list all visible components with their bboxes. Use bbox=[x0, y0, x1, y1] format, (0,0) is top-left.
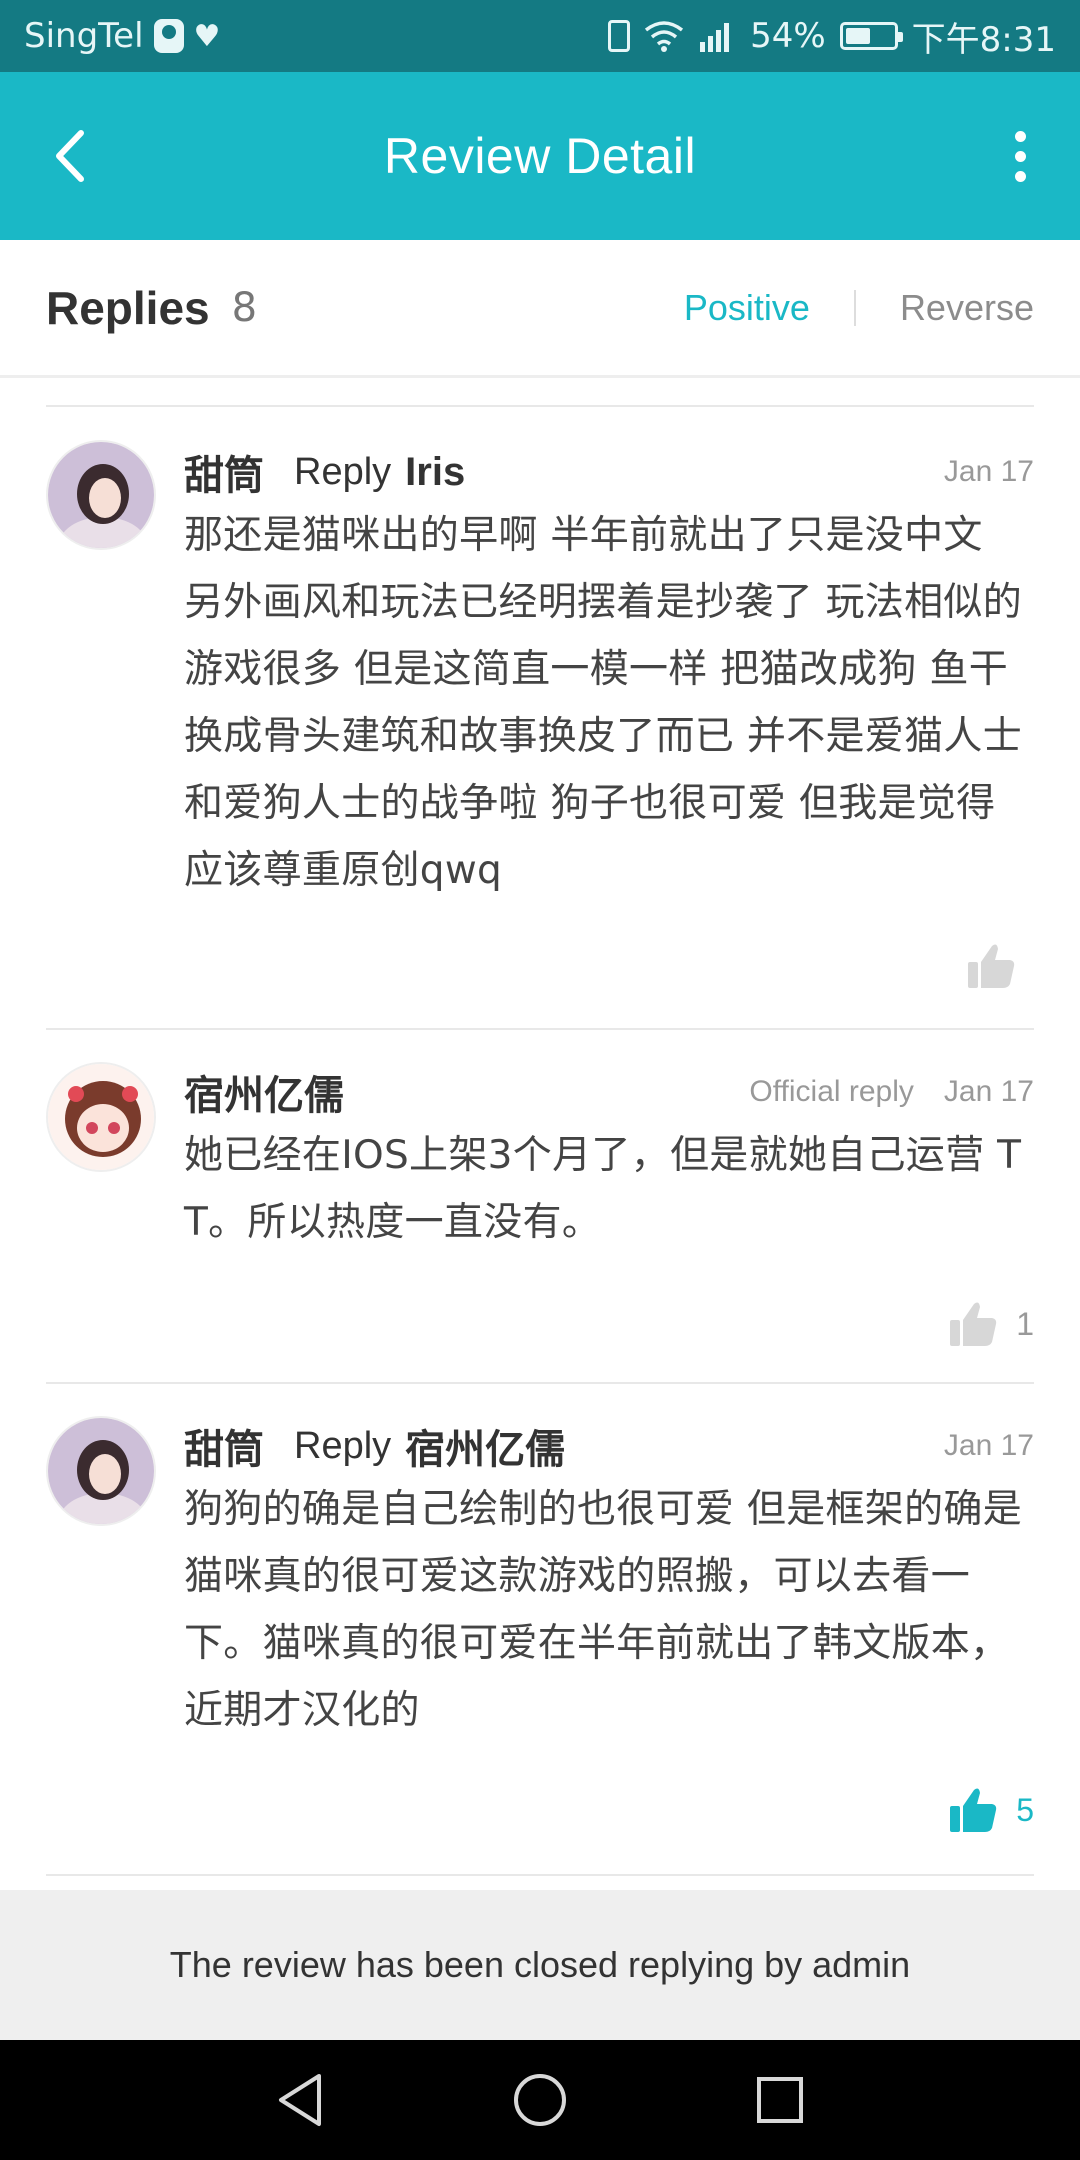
wifi-icon bbox=[644, 20, 684, 52]
status-bar: SingTel ♥ 54% 下午8:31 bbox=[0, 0, 1080, 72]
signal-icon bbox=[698, 20, 736, 52]
reply-text: 狗狗的确是自己绘制的也很可爱 但是框架的确是猫咪真的很可爱这款游戏的照搬，可以去… bbox=[184, 1487, 1022, 1733]
system-nav-bar bbox=[0, 2040, 1080, 2160]
app-header: Review Detail bbox=[0, 72, 1080, 240]
reply-text: 她已经在IOS上架3个月了，但是就她自己运营 T T。所以热度一直没有。 bbox=[184, 1133, 1022, 1245]
page-title: Review Detail bbox=[383, 128, 697, 184]
reply-date: Jan 17 bbox=[943, 1429, 1034, 1462]
more-vertical-icon bbox=[1014, 130, 1026, 142]
reply-label: Reply bbox=[294, 450, 392, 493]
like-button[interactable]: 1 bbox=[948, 1294, 1034, 1354]
carrier-label: SingTel bbox=[24, 16, 144, 56]
qq-icon bbox=[153, 19, 184, 53]
author-name[interactable]: 甜筒 bbox=[184, 1417, 264, 1475]
like-count: 5 bbox=[1016, 1791, 1034, 1828]
battery-icon bbox=[839, 22, 903, 50]
replies-title: Replies bbox=[46, 281, 210, 334]
reply-item: 甜筒 Reply 宿州亿儒 Jan 17 狗狗的确是自己绘制的也很可爱 但是框架… bbox=[0, 1384, 1080, 1874]
reply-header: 甜筒 Reply Iris Jan 17 bbox=[184, 442, 1034, 502]
chevron-left-icon bbox=[56, 130, 84, 182]
avatar[interactable] bbox=[46, 1062, 156, 1172]
back-triangle-icon bbox=[279, 2074, 321, 2126]
battery-percent: 54% bbox=[750, 16, 826, 56]
more-options-button[interactable] bbox=[1000, 122, 1040, 190]
replies-header: Replies 8 Positive Reverse bbox=[0, 240, 1080, 378]
sort-divider bbox=[853, 289, 856, 326]
reply-target-name[interactable]: 宿州亿儒 bbox=[405, 1417, 565, 1475]
reply-label: Reply bbox=[294, 1424, 392, 1467]
heart-icon: ♥ bbox=[193, 18, 221, 54]
thumbs-up-icon bbox=[950, 1788, 997, 1832]
nav-recents-button[interactable] bbox=[730, 2050, 830, 2150]
author-name[interactable]: 甜筒 bbox=[184, 443, 264, 501]
nav-home-button[interactable] bbox=[490, 2050, 590, 2150]
reply-date: Jan 17 bbox=[943, 1075, 1034, 1108]
nav-back-button[interactable] bbox=[250, 2050, 350, 2150]
like-count: 1 bbox=[1016, 1305, 1034, 1342]
recents-square-icon bbox=[757, 2077, 803, 2123]
avatar[interactable] bbox=[46, 1416, 156, 1526]
reply-text: 那还是猫咪出的早啊 半年前就出了只是没中文 另外画风和玩法已经明摆着是抄袭了 玩… bbox=[184, 513, 1022, 893]
replies-count: 8 bbox=[231, 284, 258, 331]
thumbs-up-icon bbox=[968, 944, 1015, 988]
back-button[interactable] bbox=[40, 122, 100, 190]
reply-date: Jan 17 bbox=[943, 455, 1034, 488]
reply-item: 甜筒 Reply Iris Jan 17 那还是猫咪出的早啊 半年前就出了只是没… bbox=[0, 406, 1080, 1028]
clock: 下午8:31 bbox=[911, 19, 1056, 60]
avatar[interactable] bbox=[46, 440, 156, 550]
closed-notice: The review has been closed replying by a… bbox=[0, 1890, 1080, 2040]
sort-reverse-tab[interactable]: Reverse bbox=[900, 287, 1034, 329]
reply-item: 宿州亿儒 Official reply Jan 17 她已经在IOS上架3个月了… bbox=[0, 1030, 1080, 1382]
author-name[interactable]: 宿州亿儒 bbox=[184, 1063, 344, 1121]
thumbs-up-icon bbox=[950, 1302, 997, 1346]
home-circle-icon bbox=[514, 2074, 566, 2126]
vibrate-icon bbox=[608, 20, 631, 52]
reply-header: 甜筒 Reply 宿州亿儒 Jan 17 bbox=[184, 1416, 1034, 1476]
divider bbox=[46, 1874, 1034, 1876]
reply-target-name[interactable]: Iris bbox=[405, 450, 465, 495]
official-reply-badge: Official reply bbox=[749, 1075, 914, 1108]
sort-toggle: Positive Reverse bbox=[684, 287, 1034, 329]
reply-header: 宿州亿儒 Official reply Jan 17 bbox=[184, 1062, 1034, 1122]
sort-positive-tab[interactable]: Positive bbox=[684, 287, 810, 329]
like-button[interactable] bbox=[966, 936, 1034, 996]
like-button[interactable]: 5 bbox=[948, 1780, 1034, 1840]
